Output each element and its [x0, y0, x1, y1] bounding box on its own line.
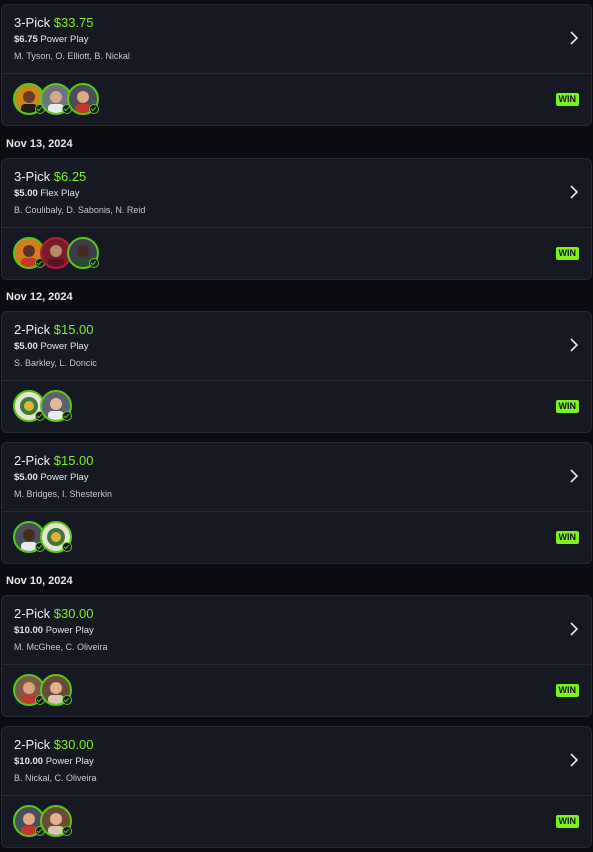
entry-stake: $5.00 Power Play [14, 341, 88, 352]
play-type: Power Play [40, 341, 89, 352]
entry-summary[interactable]: 2-Pick $30.00 $10.00 Power Play B. Nicka… [2, 727, 591, 796]
check-icon [62, 695, 72, 705]
entry-title: 2-Pick $30.00 [14, 606, 94, 621]
chevron-right-icon[interactable] [567, 751, 581, 769]
play-type: Power Play [45, 625, 94, 636]
check-icon [62, 826, 72, 836]
player-names: M. McGhee, C. Oliveira [14, 642, 108, 652]
player-names: B. Nickal, C. Oliveira [14, 773, 97, 783]
stake-amount: $5.00 [14, 341, 38, 352]
payout-amount: $33.75 [53, 15, 94, 30]
entry-players: WIN [2, 228, 591, 279]
chevron-right-icon[interactable] [567, 336, 581, 354]
payout-amount: $30.00 [53, 606, 94, 621]
win-badge: WIN [555, 93, 579, 106]
chevron-right-icon[interactable] [567, 29, 581, 47]
stake-amount: $10.00 [14, 625, 44, 636]
check-icon [62, 542, 72, 552]
pick-count: 2-Pick [14, 606, 51, 621]
entry-stake: $5.00 Power Play [14, 472, 88, 483]
check-icon [89, 104, 99, 114]
entry-card[interactable]: 3-Pick $6.25 $5.00 Flex Play B. Coulibal… [1, 158, 592, 280]
date-header: Nov 13, 2024 [6, 138, 73, 150]
entry-stake: $5.00 Flex Play [14, 188, 80, 199]
entry-card[interactable]: 2-Pick $30.00 $10.00 Power Play M. McGhe… [1, 595, 592, 717]
chevron-right-icon[interactable] [567, 183, 581, 201]
pick-count: 3-Pick [14, 15, 51, 30]
entry-title: 2-Pick $15.00 [14, 322, 94, 337]
entry-card[interactable]: 2-Pick $15.00 $5.00 Power Play M. Bridge… [1, 442, 592, 564]
check-icon [89, 258, 99, 268]
play-type: Flex Play [40, 188, 80, 199]
entry-title: 3-Pick $6.25 [14, 169, 86, 184]
entry-summary[interactable]: 2-Pick $15.00 $5.00 Power Play M. Bridge… [2, 443, 591, 512]
pick-count: 3-Pick [14, 169, 51, 184]
entry-card[interactable]: 3-Pick $33.75 $6.75 Power Play M. Tyson,… [1, 4, 592, 126]
pick-count: 2-Pick [14, 322, 51, 337]
entry-summary[interactable]: 2-Pick $15.00 $5.00 Power Play S. Barkle… [2, 312, 591, 381]
play-type: Power Play [45, 756, 94, 767]
date-header: Nov 10, 2024 [6, 575, 73, 587]
win-badge: WIN [555, 531, 579, 544]
payout-amount: $15.00 [53, 453, 94, 468]
play-type: Power Play [40, 472, 89, 483]
payout-amount: $15.00 [53, 322, 94, 337]
stake-amount: $6.75 [14, 34, 38, 45]
player-names: M. Bridges, I. Shesterkin [14, 489, 113, 499]
payout-amount: $30.00 [53, 737, 94, 752]
pick-count: 2-Pick [14, 737, 51, 752]
player-names: S. Barkley, L. Doncic [14, 358, 97, 368]
entry-stake: $6.75 Power Play [14, 34, 88, 45]
entry-stake: $10.00 Power Play [14, 756, 94, 767]
entry-title: 3-Pick $33.75 [14, 15, 94, 30]
win-badge: WIN [555, 684, 579, 697]
play-type: Power Play [40, 34, 89, 45]
stake-amount: $5.00 [14, 188, 38, 199]
win-badge: WIN [555, 815, 579, 828]
entry-card[interactable]: 2-Pick $15.00 $5.00 Power Play S. Barkle… [1, 311, 592, 433]
player-names: M. Tyson, O. Elliott, B. Nickal [14, 51, 130, 61]
entry-players: WIN [2, 512, 591, 563]
entry-summary[interactable]: 3-Pick $6.25 $5.00 Flex Play B. Coulibal… [2, 159, 591, 228]
payout-amount: $6.25 [53, 169, 87, 184]
entry-stake: $10.00 Power Play [14, 625, 94, 636]
win-badge: WIN [555, 400, 579, 413]
chevron-right-icon[interactable] [567, 620, 581, 638]
win-badge: WIN [555, 247, 579, 260]
entry-title: 2-Pick $30.00 [14, 737, 94, 752]
player-names: B. Coulibaly, D. Sabonis, N. Reid [14, 205, 146, 215]
stake-amount: $10.00 [14, 756, 44, 767]
entry-players: WIN [2, 665, 591, 716]
entry-players: WIN [2, 381, 591, 432]
stake-amount: $5.00 [14, 472, 38, 483]
entry-players: WIN [2, 74, 591, 125]
pick-count: 2-Pick [14, 453, 51, 468]
entry-summary[interactable]: 3-Pick $33.75 $6.75 Power Play M. Tyson,… [2, 5, 591, 74]
date-header: Nov 12, 2024 [6, 291, 73, 303]
entry-players: WIN [2, 796, 591, 847]
check-icon [62, 411, 72, 421]
entry-title: 2-Pick $15.00 [14, 453, 94, 468]
entry-card[interactable]: 2-Pick $30.00 $10.00 Power Play B. Nicka… [1, 726, 592, 848]
entry-summary[interactable]: 2-Pick $30.00 $10.00 Power Play M. McGhe… [2, 596, 591, 665]
chevron-right-icon[interactable] [567, 467, 581, 485]
